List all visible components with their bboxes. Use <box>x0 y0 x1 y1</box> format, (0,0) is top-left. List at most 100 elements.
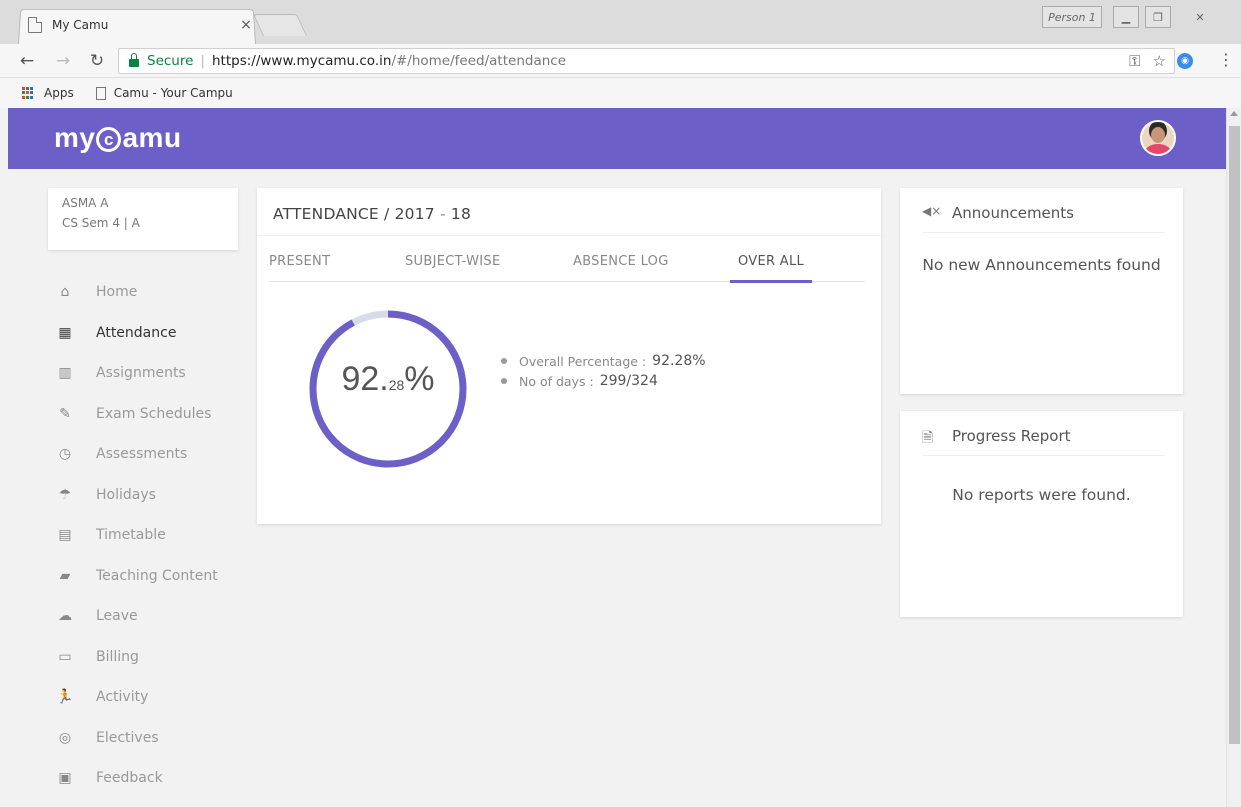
sidebar-item-teaching-content[interactable]: ▰ Teaching Content <box>56 556 246 597</box>
mycamu-logo[interactable]: my c amu <box>54 122 182 154</box>
attendance-divider <box>257 235 881 236</box>
sidebar-item-attendance[interactable]: ▦ Attendance <box>56 313 246 354</box>
sidebar-item-feedback[interactable]: ▣ Feedback <box>56 758 246 799</box>
tab-over-all[interactable]: OVER ALL <box>729 254 813 283</box>
logo-prefix: my <box>54 122 96 153</box>
stat-value: 299/324 <box>599 373 658 389</box>
sidebar-item-leave[interactable]: ☁ Leave <box>56 596 246 637</box>
sidebar-item-label: Electives <box>96 729 159 746</box>
app-header: my c amu <box>8 108 1226 169</box>
target-icon: ◎ <box>58 729 72 746</box>
url-host: https://www.mycamu.co.in <box>211 53 392 69</box>
percent-major: 92. <box>341 360 389 398</box>
address-separator: | <box>200 53 205 69</box>
secure-label: Secure <box>147 53 194 69</box>
stat-label: No of days : <box>519 373 594 389</box>
sidebar-item-label: Leave <box>96 608 138 625</box>
exam-icon: ✎ <box>59 405 71 422</box>
minimize-button[interactable]: ▁ <box>1113 6 1139 28</box>
browser-menu-icon[interactable]: ⋮ <box>1218 50 1234 69</box>
sidebar-item-holidays[interactable]: ☂ Holidays <box>56 475 246 516</box>
attendance-card: ATTENDANCE / 2017 - 18 PRESENT SUBJECT-W… <box>257 188 881 524</box>
stopwatch-icon: ◷ <box>58 446 72 463</box>
page-scrollbar[interactable] <box>1226 108 1241 807</box>
sidebar-item-timetable[interactable]: ▤ Timetable <box>56 515 246 556</box>
user-card: ASMA A CS Sem 4 | A <box>48 188 238 250</box>
attendance-percentage: 92.28% <box>305 360 471 399</box>
tab-present[interactable]: PRESENT <box>269 254 330 282</box>
maximize-button[interactable]: ❐ <box>1145 6 1171 28</box>
attendance-title-year-end: 18 <box>450 205 472 223</box>
home-icon: ⌂ <box>60 284 70 301</box>
progress-report-header: 🗎 Progress Report <box>922 427 1165 456</box>
back-arrow-icon[interactable]: ← <box>16 50 38 72</box>
bullet-dot <box>501 378 507 384</box>
user-avatar[interactable] <box>1140 120 1176 156</box>
logo-c-mark: c <box>96 127 122 152</box>
attendance-title-separator: - <box>434 205 451 223</box>
close-window-button[interactable]: ✕ <box>1185 6 1215 28</box>
sidebar-item-label: Assignments <box>96 365 186 382</box>
sidebar-item-label: Teaching Content <box>96 567 218 584</box>
sidebar-item-label: Activity <box>96 689 149 706</box>
sidebar-item-label: Timetable <box>96 527 166 544</box>
sidebar-item-label: Holidays <box>96 486 156 503</box>
tab-close-icon[interactable]: × <box>236 17 256 33</box>
sidebar-item-assessments[interactable]: ◷ Assessments <box>56 434 246 475</box>
sidebar-item-exam-schedules[interactable]: ✎ Exam Schedules <box>56 394 246 435</box>
sidebar-item-assignments[interactable]: ▥ Assignments <box>56 353 246 394</box>
attendance-tabs: PRESENT SUBJECT-WISE ABSENCE LOG OVER AL… <box>269 254 865 283</box>
announcements-header: ◀× Announcements <box>922 204 1165 233</box>
profile-button[interactable]: Person 1 <box>1042 6 1102 28</box>
mute-speaker-icon: ◀× <box>922 204 942 218</box>
percent-minor: 28 <box>388 377 405 393</box>
tab-subject-wise[interactable]: SUBJECT-WISE <box>405 254 500 282</box>
announcements-title: Announcements <box>952 204 1074 222</box>
weather-icon: ☁ <box>58 608 72 625</box>
key-icon[interactable]: ⚿ <box>1129 52 1140 70</box>
browser-tabstrip: My Camu × Person 1 ▁ ❐ ✕ <box>0 0 1241 44</box>
timetable-icon: ▤ <box>58 527 72 544</box>
progress-report-title: Progress Report <box>952 427 1071 445</box>
sidebar-item-billing[interactable]: ▭ Billing <box>56 637 246 678</box>
bookmark-camu[interactable]: Camu - Your Campu <box>114 86 233 100</box>
star-icon[interactable]: ☆ <box>1153 52 1166 70</box>
extension-icon[interactable]: ◉ <box>1177 53 1193 69</box>
attendance-stats: Overall Percentage : 92.28% No of days :… <box>501 351 706 391</box>
feedback-icon: ▣ <box>58 770 72 787</box>
progress-report-card: 🗎 Progress Report No reports were found. <box>900 411 1183 617</box>
lock-icon <box>129 53 139 67</box>
sidebar-nav: ⌂ Home ▦ Attendance ▥ Assignments ✎ Exam Sch… <box>56 272 246 799</box>
sidebar-item-label: Exam Schedules <box>96 405 212 422</box>
address-bar[interactable]: Secure | https://www.mycamu.co.in /#/hom… <box>118 48 1175 74</box>
bookmark-apps[interactable]: Apps <box>44 86 74 100</box>
document-icon: 🗎 <box>922 430 934 446</box>
billing-icon: ▭ <box>58 648 72 665</box>
sidebar-item-activity[interactable]: 🏃 Activity <box>56 677 246 718</box>
tab-absence-log[interactable]: ABSENCE LOG <box>573 254 669 282</box>
progress-report-empty: No reports were found. <box>952 486 1131 504</box>
user-class: CS Sem 4 | A <box>62 216 140 230</box>
calendar-icon: ▦ <box>58 324 72 341</box>
apps-icon[interactable] <box>22 87 34 99</box>
logo-suffix: amu <box>122 122 182 153</box>
page-icon <box>28 17 42 33</box>
book-open-icon: ▰ <box>59 567 71 584</box>
sidebar-item-home[interactable]: ⌂ Home <box>56 272 246 313</box>
new-tab-button[interactable] <box>252 14 308 36</box>
bookmark-page-icon <box>95 86 106 100</box>
scroll-thumb[interactable] <box>1229 126 1240 744</box>
forward-arrow-icon[interactable]: → <box>52 50 74 72</box>
browser-toolbar: ← → ↻ Secure | https://www.mycamu.co.in … <box>0 44 1241 78</box>
sidebar-item-label: Feedback <box>96 770 163 787</box>
announcements-empty: No new Announcements found <box>922 256 1161 274</box>
books-icon: ▥ <box>58 365 72 382</box>
browser-tab-content[interactable]: My Camu × <box>28 8 256 42</box>
attendance-title: ATTENDANCE / 2017 - 18 <box>273 205 471 223</box>
sidebar-item-label: Attendance <box>96 324 177 341</box>
sidebar-item-electives[interactable]: ◎ Electives <box>56 718 246 759</box>
runner-icon: 🏃 <box>56 689 74 706</box>
announcements-card: ◀× Announcements No new Announcements fo… <box>900 188 1183 394</box>
reload-icon[interactable]: ↻ <box>86 50 108 72</box>
scroll-up-icon[interactable] <box>1230 111 1238 116</box>
